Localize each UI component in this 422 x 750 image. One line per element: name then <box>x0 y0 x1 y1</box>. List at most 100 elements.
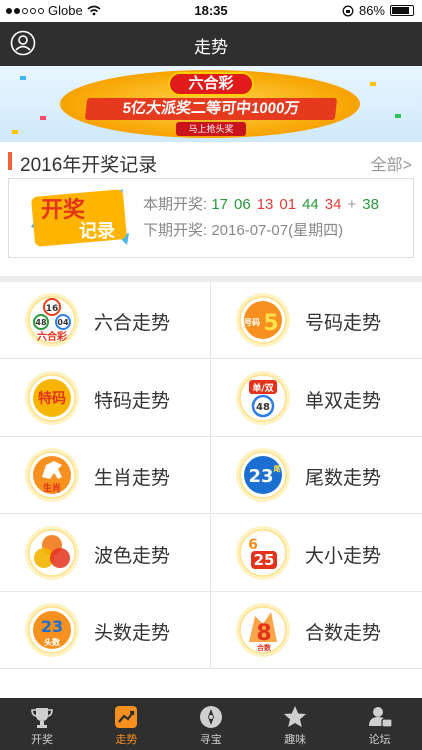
section-accent-bar <box>8 152 12 170</box>
svg-text:25: 25 <box>254 551 275 569</box>
trend-item-label: 特码走势 <box>94 390 171 412</box>
plus-sign: + <box>347 196 357 213</box>
rotation-lock-icon <box>342 5 354 16</box>
svg-text:六合彩: 六合彩 <box>37 330 67 343</box>
confetti-decoration <box>12 130 18 134</box>
trend-item[interactable]: 8 合数 合数走势 <box>211 592 422 670</box>
next-draw-label: 下期开奖: <box>143 222 208 239</box>
trend-item-label: 单双走势 <box>305 390 382 412</box>
status-bar: Globe 18:35 86% <box>0 0 422 22</box>
trophy-icon <box>31 708 53 728</box>
current-draw-label: 本期开奖: <box>143 196 208 213</box>
trend-item-label: 六合走势 <box>94 313 171 334</box>
trend-item-label: 合数走势 <box>305 623 382 645</box>
star-icon <box>284 706 307 727</box>
draw-record-logo: 开奖 记录 <box>31 189 129 247</box>
trend-item-label: 波色走势 <box>94 545 171 567</box>
tab-3[interactable]: 寻宝 <box>169 698 253 750</box>
draw-number: 01 <box>279 196 297 213</box>
trend-item[interactable]: 23 尾尾数走势 <box>211 437 422 515</box>
trend-item[interactable]: 生肖 生肖走势 <box>0 437 211 515</box>
svg-text:5: 5 <box>263 311 278 336</box>
tab-2[interactable]: 走势 <box>84 698 168 750</box>
trend-item[interactable]: 23 头数 头数走势 <box>0 592 211 670</box>
svg-text:尾: 尾 <box>273 464 281 473</box>
draw-numbers: 17 06 13 01 44 34 +38 <box>211 196 385 213</box>
trend-item[interactable]: 特码 特码走势 <box>0 359 211 437</box>
big-small-icon: 625 <box>236 525 290 580</box>
svg-text:头数: 头数 <box>44 637 61 647</box>
svg-text:04: 04 <box>57 318 69 327</box>
zodiac-horse-icon: 生肖 <box>25 448 79 503</box>
battery-area: 86% <box>342 3 414 18</box>
tab-label: 趣味 <box>284 734 307 746</box>
confetti-decoration <box>20 76 26 80</box>
nav-bar: 走势 <box>0 22 422 66</box>
trend-item[interactable]: 6 25 大小走势 <box>211 515 422 592</box>
trend-item[interactable]: 单/双 48 单双走势 <box>211 360 422 437</box>
view-all-link[interactable]: 全部> <box>371 151 412 175</box>
svg-text:48: 48 <box>35 318 47 327</box>
forum-user-icon <box>368 707 393 728</box>
svg-text:号码: 号码 <box>244 318 260 327</box>
trend-item[interactable]: 16 48 04 六合彩 六合走势 <box>0 282 211 359</box>
svg-text:8: 8 <box>256 621 271 646</box>
tab-label: 开奖 <box>31 734 53 746</box>
draw-number: 06 <box>234 196 251 213</box>
tail-number-icon: 23 尾 <box>236 448 290 503</box>
trend-item[interactable]: 号码 5 号码走势 <box>211 282 422 359</box>
next-draw-date: 2016-07-07(星期四) <box>211 222 344 239</box>
compass-icon <box>199 706 222 728</box>
latest-draw-card[interactable]: 开奖 记录 本期开奖: 17 06 13 01 44 34 +38 下期开奖: 2016-0… <box>8 178 414 258</box>
tab-label: 走势 <box>115 734 138 746</box>
sum-number-icon: 8合数 <box>236 603 290 658</box>
svg-text:单/双: 单/双 <box>252 382 273 394</box>
special-number: 38 <box>362 196 379 213</box>
odd-even-icon: 单/双 48 <box>236 370 290 425</box>
tab-4[interactable]: 趣味 <box>253 698 337 750</box>
svg-text:48: 48 <box>256 402 270 413</box>
trend-item-label: 大小走势 <box>305 545 382 567</box>
wave-color-icon <box>25 525 79 580</box>
tab-5[interactable]: 论坛 <box>338 698 422 750</box>
battery-percent: 86% <box>358 3 385 18</box>
number-icon: 号码 5 <box>236 293 290 347</box>
record-title: 2016年开奖记录 <box>20 155 158 176</box>
draw-number: 17 <box>211 196 229 213</box>
svg-text:23: 23 <box>41 617 63 636</box>
svg-text:16: 16 <box>46 304 59 314</box>
trend-grid: 16 48 04 六合彩 六合走势 号码 5 号码走势特码 特码走势 单/双 48 单双走势生肖 生肖走… <box>0 282 422 670</box>
head-number-icon: 23头数 <box>25 603 79 658</box>
svg-text:特码: 特码 <box>38 390 66 407</box>
draw-number: 34 <box>324 196 342 213</box>
tab-label: 寻宝 <box>199 734 222 746</box>
current-draw-row: 本期开奖: 17 06 13 01 44 34 +38 <box>143 193 385 214</box>
svg-text:生肖: 生肖 <box>43 482 61 494</box>
svg-text:记录: 记录 <box>79 221 115 242</box>
tab-1[interactable]: 开奖 <box>0 698 84 750</box>
draw-number: 44 <box>302 196 319 213</box>
banner-brand: 六合彩 <box>168 72 254 96</box>
svg-text:23: 23 <box>248 466 273 487</box>
bottom-tab-bar: 开奖 走势 寻宝 趣味 论坛 <box>0 698 422 750</box>
banner-headline: 5亿大派奖二等可中1000万 <box>84 98 338 120</box>
banner-cta-button[interactable]: 马上抢头奖 <box>176 122 246 136</box>
confetti-decoration <box>40 116 46 120</box>
trend-item-label: 尾数走势 <box>305 468 382 490</box>
promo-banner[interactable]: 六合彩 5亿大派奖二等可中1000万 马上抢头奖 <box>0 66 422 142</box>
page-title: 走势 <box>194 38 228 57</box>
trend-item-label: 号码走势 <box>305 313 382 334</box>
confetti-decoration <box>395 114 401 118</box>
trend-item-label: 头数走势 <box>94 623 171 645</box>
liuhecai-icon: 16 48 04 六合彩 <box>25 293 79 347</box>
record-section-header: 2016年开奖记录 全部> <box>0 142 422 178</box>
svg-text:合数: 合数 <box>256 643 272 652</box>
next-draw-row: 下期开奖: 2016-07-07(星期四) <box>143 219 343 240</box>
svg-text:开奖: 开奖 <box>41 197 86 223</box>
special-number-icon: 特码 <box>25 370 79 425</box>
trend-item[interactable]: 波色走势 <box>0 514 211 592</box>
draw-number: 13 <box>256 196 274 213</box>
trend-item-label: 生肖走势 <box>94 468 171 490</box>
battery-icon <box>390 5 414 16</box>
tab-label: 论坛 <box>368 734 391 746</box>
